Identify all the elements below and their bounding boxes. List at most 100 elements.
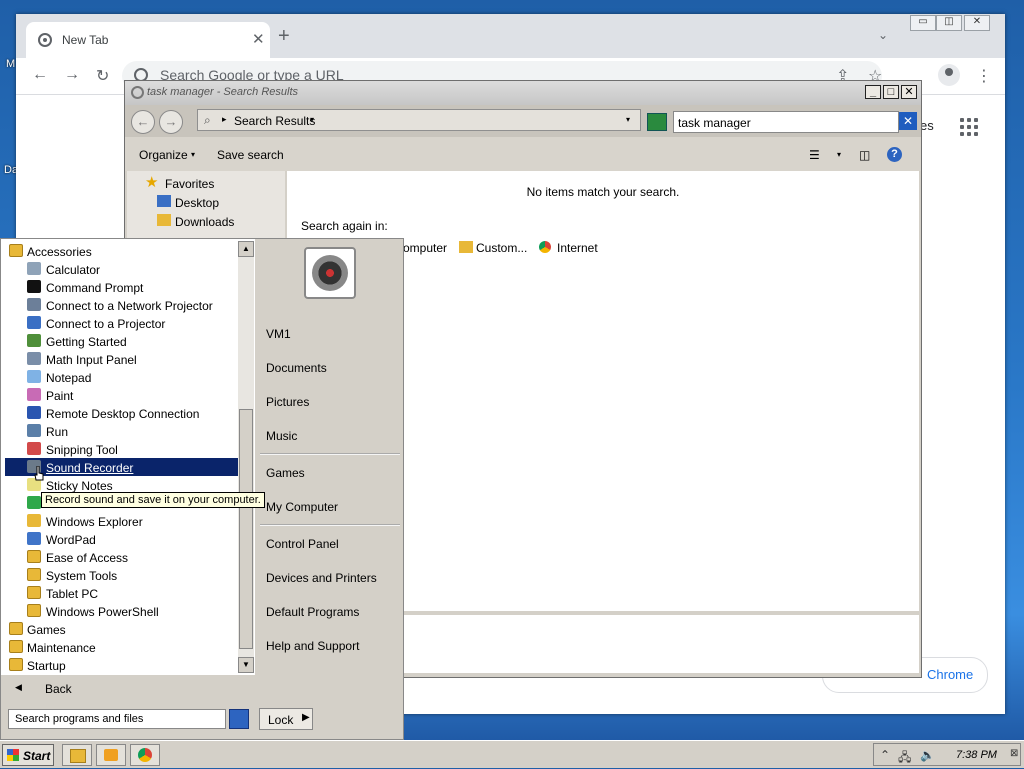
menu-dots-icon[interactable]: ⋮ — [976, 66, 992, 86]
program-item[interactable]: Connect to a Network Projector — [5, 296, 238, 314]
clock[interactable]: 7:38 PM — [956, 749, 997, 761]
start-item-devices[interactable]: Devices and Printers — [266, 571, 377, 585]
forward-button[interactable]: → — [159, 110, 183, 134]
taskbar-chrome-button[interactable] — [130, 744, 160, 766]
command-bar: Organize ▾ Save search ☰ ▾ ◫ ? — [125, 137, 921, 171]
refresh-button[interactable] — [647, 113, 667, 131]
program-item[interactable]: Tablet PC — [5, 584, 238, 602]
help-icon[interactable]: ? — [887, 147, 902, 162]
start-item-help[interactable]: Help and Support — [266, 639, 359, 653]
lock-label: Lock — [268, 713, 294, 727]
program-item[interactable]: Startup — [5, 656, 238, 674]
chevron-right-icon[interactable]: ▸ — [222, 114, 227, 125]
tab-new-tab[interactable]: New Tab ✕ — [26, 22, 270, 58]
back-button[interactable]: ◀ Back — [5, 679, 245, 699]
clear-search-icon[interactable]: ✕ — [899, 112, 917, 130]
program-item[interactable]: Remote Desktop Connection — [5, 404, 238, 422]
back-button[interactable]: ← — [131, 110, 155, 134]
images-link[interactable]: es — [920, 118, 934, 133]
program-item[interactable]: WordPad — [5, 530, 238, 548]
start-item-computer[interactable]: My Computer — [266, 500, 338, 514]
start-item-documents[interactable]: Documents — [266, 361, 327, 375]
start-button[interactable]: Start — [2, 744, 54, 766]
chevron-down-icon[interactable]: ▾ — [837, 150, 841, 159]
forward-arrow-icon[interactable]: → — [64, 66, 80, 84]
program-item[interactable]: Maintenance — [5, 638, 238, 656]
program-item[interactable]: Windows PowerShell — [5, 602, 238, 620]
start-item-user[interactable]: VM1 — [266, 327, 291, 341]
explorer-titlebar[interactable]: task manager - Search Results _ □ ✕ — [125, 81, 921, 105]
reload-icon[interactable]: ↻ — [96, 66, 109, 86]
start-item-pictures[interactable]: Pictures — [266, 395, 309, 409]
network-icon[interactable]: 🖧 — [898, 748, 911, 769]
program-item[interactable]: Snipping Tool — [5, 440, 238, 458]
start-search-input[interactable]: Search programs and files — [8, 709, 226, 729]
close-button[interactable]: ✕ — [901, 85, 917, 99]
start-item-control-panel[interactable]: Control Panel — [266, 537, 339, 551]
chevron-down-icon[interactable]: ▾ — [310, 115, 314, 124]
start-item-games[interactable]: Games — [266, 466, 305, 480]
nav-downloads[interactable]: Downloads — [175, 215, 234, 229]
chevron-down-icon[interactable]: ⌄ — [878, 28, 888, 42]
program-item[interactable]: Games — [5, 620, 238, 638]
search-again-custom[interactable]: Custom... — [476, 241, 527, 255]
address-bar[interactable]: ⌕ ▸ Search Results ▾ ▾ — [197, 109, 641, 131]
apps-grid-icon[interactable] — [960, 118, 978, 136]
taskbar-explorer-button[interactable] — [62, 744, 92, 766]
program-item[interactable]: Ease of Access — [5, 548, 238, 566]
minimize-button[interactable]: _ — [865, 85, 881, 99]
search-again-label: Search again in: — [301, 219, 388, 233]
organize-button[interactable]: Organize — [139, 148, 188, 162]
maximize-button[interactable]: □ — [883, 85, 899, 99]
start-item-default-programs[interactable]: Default Programs — [266, 605, 359, 619]
tooltip: Record sound and save it on your compute… — [41, 492, 265, 508]
close-button[interactable]: ✕ — [964, 15, 990, 31]
user-picture[interactable] — [304, 247, 356, 299]
folder-icon — [27, 586, 41, 599]
search-input[interactable]: task manager — [673, 111, 899, 133]
program-item[interactable]: Run — [5, 422, 238, 440]
start-item-music[interactable]: Music — [266, 429, 297, 443]
program-item[interactable]: Math Input Panel — [5, 350, 238, 368]
program-item[interactable]: Paint — [5, 386, 238, 404]
folder-icon — [27, 550, 41, 563]
program-label: Windows PowerShell — [46, 605, 159, 619]
scroll-up-icon[interactable]: ▲ — [238, 241, 254, 257]
taskbar-media-player-button[interactable] — [96, 744, 126, 766]
program-item[interactable]: System Tools — [5, 566, 238, 584]
chevron-right-icon[interactable]: ▶ — [302, 712, 310, 723]
close-icon[interactable]: ✕ — [252, 30, 265, 48]
desktop-icon-label[interactable]: M — [6, 58, 15, 70]
lock-button[interactable]: Lock ▶ — [259, 708, 313, 730]
search-again-internet[interactable]: Internet — [557, 241, 598, 255]
chevron-up-icon[interactable]: ⌃ — [880, 748, 890, 762]
view-options-icon[interactable]: ☰ — [809, 148, 820, 162]
minimize-button[interactable]: ▭ — [910, 15, 936, 31]
program-item[interactable]: Getting Started — [5, 332, 238, 350]
nav-favorites[interactable]: Favorites — [165, 177, 214, 191]
scroll-thumb[interactable] — [239, 409, 253, 649]
program-item[interactable]: Connect to a Projector — [5, 314, 238, 332]
network-projector-icon — [27, 298, 41, 311]
preview-pane-icon[interactable]: ◫ — [859, 148, 870, 162]
program-item[interactable]: Command Prompt — [5, 278, 238, 296]
program-item[interactable]: Accessories — [5, 242, 238, 260]
search-again-computer[interactable]: omputer — [403, 241, 447, 255]
new-tab-button[interactable]: + — [278, 26, 290, 46]
program-label: Paint — [46, 389, 74, 403]
search-icon[interactable] — [229, 709, 249, 729]
program-item[interactable]: Windows Explorer — [5, 512, 238, 530]
save-search-button[interactable]: Save search — [217, 148, 284, 162]
nav-desktop[interactable]: Desktop — [175, 196, 219, 210]
chevron-down-icon[interactable]: ▾ — [626, 115, 630, 124]
show-desktop-icon[interactable]: ⊠ — [1010, 748, 1018, 759]
profile-avatar[interactable] — [938, 64, 960, 86]
programs-scrollbar[interactable]: ▲ ▼ — [238, 241, 254, 673]
volume-icon[interactable]: 🔈 — [920, 748, 935, 762]
program-item[interactable]: Calculator — [5, 260, 238, 278]
back-arrow-icon[interactable]: ← — [32, 66, 48, 84]
chevron-down-icon[interactable]: ▾ — [191, 150, 195, 159]
program-item[interactable]: Notepad — [5, 368, 238, 386]
scroll-down-icon[interactable]: ▼ — [238, 657, 254, 673]
maximize-button[interactable]: ◫ — [936, 15, 962, 31]
